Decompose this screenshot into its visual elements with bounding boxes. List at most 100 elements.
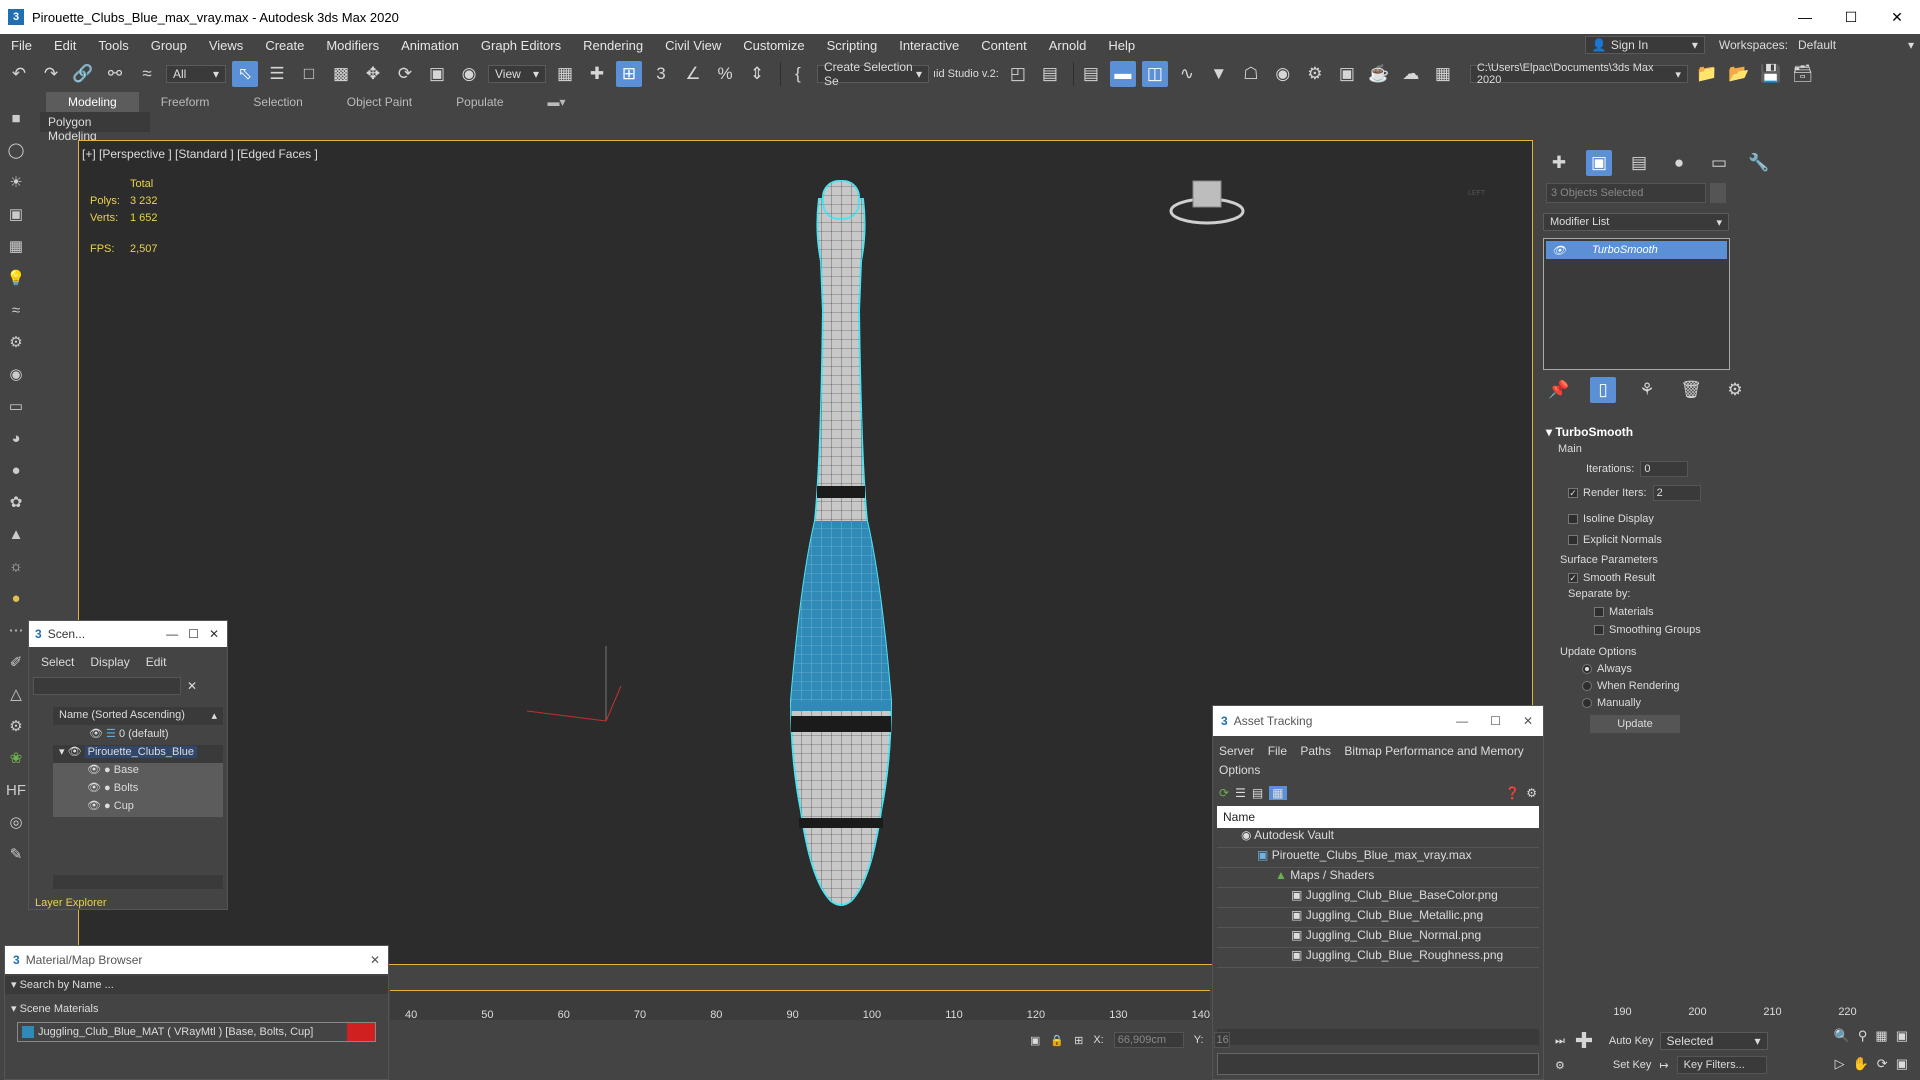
scene-row-default-layer[interactable]: 👁 ☰ 0 (default) [53,727,223,745]
create-cameras-icon[interactable]: ▣ [4,202,28,226]
physics-icon[interactable]: ⚙ [4,714,28,738]
display-tab-icon[interactable]: ▭ [1706,150,1732,176]
move-icon[interactable]: ✥ [360,61,386,87]
isolate-selection-icon[interactable]: ▣ [1030,1034,1040,1047]
cone-icon[interactable]: ▲ [4,522,28,546]
menu-graph-editors[interactable]: Graph Editors [470,38,572,53]
render-grid-icon[interactable]: ▦ [1430,61,1456,87]
utilities-tab-icon[interactable]: 🔧 [1746,150,1772,176]
sphere-yellow-icon[interactable]: ● [4,586,28,610]
menu-modifiers[interactable]: Modifiers [315,38,390,53]
close-button[interactable]: ✕ [370,953,380,967]
scene-row-base[interactable]: 👁 ● Base [53,763,223,781]
tab-modeling[interactable]: Modeling [46,92,139,112]
maximize-button[interactable]: ☐ [1828,0,1874,34]
select-manipulate-icon[interactable]: ✚ [584,61,610,87]
menu-content[interactable]: Content [970,38,1038,53]
tab-selection[interactable]: Selection [231,95,324,109]
material-item[interactable]: Juggling_Club_Blue_MAT ( VRayMtl ) [Base… [17,1022,376,1042]
minimize-button[interactable]: — [166,627,178,641]
cloth-icon[interactable]: △ [4,682,28,706]
render-iters-checkbox[interactable]: ✓ [1568,488,1578,498]
scene-menu-select[interactable]: Select [41,655,74,669]
menu-views[interactable]: Views [198,38,254,53]
render-production-icon[interactable]: ☕ [1366,61,1392,87]
rollout-title[interactable]: ▾ TurboSmooth [1546,425,1720,439]
eye-icon[interactable]: 👁 [87,782,101,794]
add-key-icon[interactable]: ✚ [1571,1028,1597,1054]
always-radio[interactable] [1582,664,1592,675]
menu-animation[interactable]: Animation [390,38,470,53]
asset-row-vault[interactable]: ◉ Autodesk Vault [1217,828,1539,848]
pivot-center-icon[interactable]: ▦ [552,61,578,87]
space-warp-icon[interactable]: ≈ [4,298,28,322]
scene-menu-edit[interactable]: Edit [146,655,167,669]
settings-icon[interactable]: ⚙ [1526,786,1537,800]
field-of-view-icon[interactable]: ▷ [1835,1056,1845,1072]
asset-menu-options[interactable]: Options [1219,763,1260,777]
menu-civil-view[interactable]: Civil View [654,38,732,53]
layer-explorer-icon[interactable]: ▤ [1078,61,1104,87]
globe-icon[interactable]: ◎ [4,810,28,834]
create-shapes-icon[interactable]: ◯ [4,138,28,162]
make-unique-icon[interactable]: ⚘ [1634,377,1660,403]
menu-edit[interactable]: Edit [43,38,87,53]
select-by-name-icon[interactable]: ☰ [264,61,290,87]
curve-editor-icon[interactable]: ∿ [1174,61,1200,87]
render-iters-spinner[interactable]: 2 [1652,485,1701,501]
selection-filter-dropdown[interactable]: All ▾ [166,65,226,83]
scene-explorer-icon[interactable]: ◫ [1141,61,1168,87]
set-project-icon[interactable]: 🗃 [1790,61,1816,87]
scene-row-bolts[interactable]: 👁 ● Bolts [53,781,223,799]
menu-group[interactable]: Group [140,38,198,53]
stack-item-turbosmooth[interactable]: 👁 TurboSmooth [1546,241,1727,259]
when-rendering-radio[interactable] [1582,681,1592,692]
ribbon-panel-polygon-modeling[interactable]: Polygon Modeling [40,112,150,143]
scene-materials-group[interactable]: ▾ Scene Materials [5,998,388,1016]
modify-tab-icon[interactable]: ▣ [1586,150,1612,176]
manually-radio[interactable] [1582,698,1592,709]
create-helpers-icon[interactable]: ▦ [4,234,28,258]
close-button[interactable]: ✕ [1523,714,1533,728]
render-cloud-icon[interactable]: ☁ [1398,61,1424,87]
hair-fur-icon[interactable]: HF [4,778,28,802]
eye-icon[interactable]: 👁 [87,800,101,812]
zoom-all-icon[interactable]: ⚲ [1858,1028,1868,1044]
sign-in-dropdown[interactable]: 👤 Sign In ▾ [1584,36,1705,54]
tab-object-paint[interactable]: Object Paint [325,95,434,109]
key-filter-icon[interactable]: ↦ [1659,1059,1668,1072]
eye-icon[interactable]: 👁 [89,728,103,740]
asset-row-scene-file[interactable]: ▣ Pirouette_Clubs_Blue_max_vray.max [1217,848,1539,868]
angle-snap-icon[interactable]: ∠ [680,61,706,87]
go-to-end-icon[interactable]: ⏭ [1555,1035,1565,1048]
toggle-ribbon-icon[interactable]: ▬ [1109,61,1136,87]
orbit-icon[interactable]: ⟳ [1877,1056,1888,1072]
remove-modifier-icon[interactable]: 🗑 [1678,377,1704,403]
viewport-label[interactable]: [+] [Perspective ] [Standard ] [Edged Fa… [82,147,318,161]
paint-brush-icon[interactable]: ✐ [4,650,28,674]
scene-column-header[interactable]: Name (Sorted Ascending) ▴ [53,707,223,725]
selection-lock-icon[interactable]: 🔒 [1050,1034,1064,1047]
maximize-button[interactable]: ☐ [188,627,199,641]
material-spheres-icon[interactable]: ◉ [4,362,28,386]
zoom-extents-all-icon[interactable]: ▣ [1896,1028,1908,1044]
x-coordinate-field[interactable]: 66,909cm [1113,1032,1184,1048]
create-geometry-icon[interactable]: ■ [4,106,28,130]
script-icon[interactable]: ✎ [4,842,28,866]
dope-sheet-icon[interactable]: ▼ [1206,61,1232,87]
thumbnail-view-icon[interactable]: ▤ [1252,786,1263,800]
close-button[interactable]: ✕ [1874,0,1920,34]
rectangle-icon[interactable]: ▭ [4,394,28,418]
unlink-icon[interactable]: ⚯ [102,61,128,87]
eye-icon[interactable]: 👁 [87,764,101,776]
menu-file[interactable]: File [0,38,43,53]
create-tab-icon[interactable]: ✚ [1546,150,1572,176]
auto-key-button[interactable]: Auto Key [1609,1035,1654,1047]
edit-named-selection-icon[interactable]: { [785,61,811,87]
asset-column-header[interactable]: Name [1217,806,1539,828]
eye-icon[interactable]: 👁 [1552,244,1566,257]
help-icon[interactable]: ❓ [1505,786,1520,800]
asset-menu-bitmap-performance[interactable]: Bitmap Performance and Memory [1344,744,1523,758]
select-object-icon[interactable]: ⬁ [232,61,258,87]
spinner-snap-icon[interactable]: ⇕ [744,61,770,87]
